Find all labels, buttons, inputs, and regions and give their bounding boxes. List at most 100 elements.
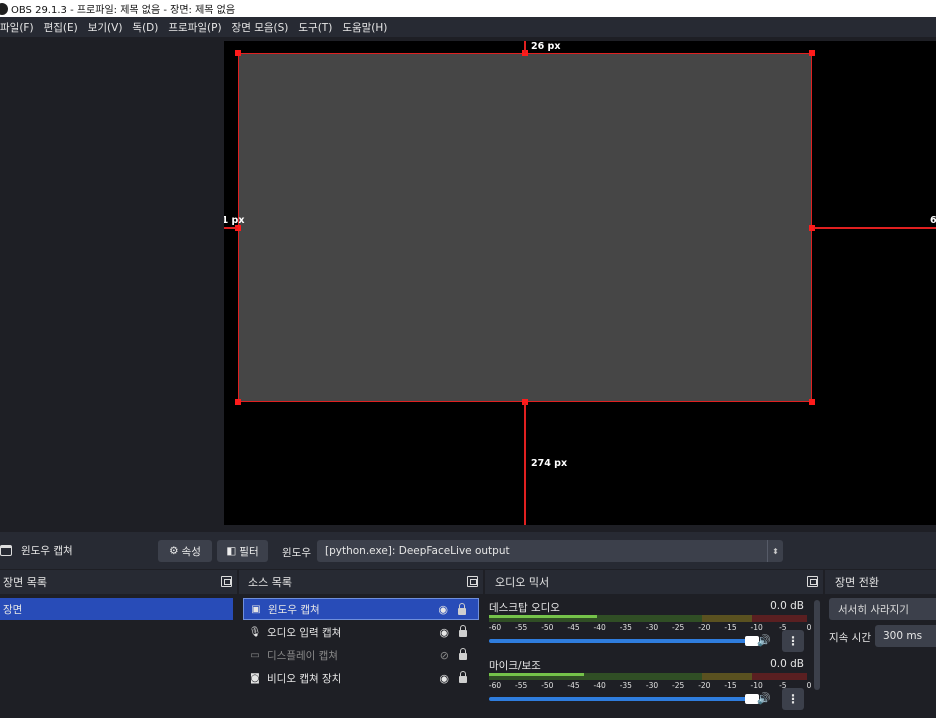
filters-button[interactable]: ◧ 필터 (217, 540, 268, 562)
scene-item[interactable]: 장면 (0, 598, 233, 620)
source-bounding-box[interactable] (238, 53, 812, 402)
meter-tick-label: -15 (724, 681, 737, 690)
lock-icon[interactable] (459, 648, 467, 660)
volume-meter (489, 673, 807, 680)
menu-file[interactable]: 파일(F) (0, 20, 39, 35)
resize-handle-top-right[interactable] (809, 50, 815, 56)
channel-db: 0.0 dB (770, 658, 804, 670)
eye-icon[interactable]: ◉ (439, 626, 449, 639)
menu-profile[interactable]: 프로파일(P) (163, 20, 226, 35)
channel-name: 마이크/보조 (489, 660, 541, 672)
transition-select-value: 서서히 사라지기 (838, 603, 909, 616)
transition-select[interactable]: 서서히 사라지기 (829, 598, 936, 620)
preview-canvas[interactable]: 26 px 31 px 6 274 px (224, 41, 936, 525)
scenes-dock-header: 장면 목록 (0, 570, 237, 594)
scenes-dock: 장면 목록 장면 (0, 570, 237, 718)
window-field-label: 윈도우 (282, 547, 311, 559)
menu-scene-collection[interactable]: 장면 모음(S) (227, 20, 294, 35)
meter-tick-label: -40 (593, 623, 606, 632)
meter-ticks: -60 -55 -50 -45 -40 -35 -30 -25 -20 -15 -10 -5 0 (489, 623, 812, 633)
meter-ticks: -60 -55 -50 -45 -40 -35 -30 -25 -20 -15 -10 -5 0 (488, 681, 812, 691)
resize-handle-bottom-left[interactable] (235, 399, 241, 405)
right-distance-line (814, 227, 936, 229)
window-icon (0, 545, 12, 556)
top-distance-label: 26 px (531, 41, 561, 52)
mixer-dock-title: 오디오 믹서 (495, 576, 550, 589)
meter-tick-label: -25 (672, 623, 685, 632)
mixer-channel-mic: 마이크/보조 0.0 dB -60 -55 -50 -45 -40 -35 -30 -25 -2… (489, 658, 811, 710)
top-distance-line (524, 41, 526, 53)
meter-tick-label: -55 (515, 681, 528, 690)
bottom-distance-line (524, 403, 526, 525)
duration-label: 지속 시간 (829, 632, 871, 644)
scenes-list: 장면 (0, 594, 237, 718)
meter-tick-label: -15 (724, 623, 737, 632)
source-row-video-capture[interactable]: ◙ 비디오 캡쳐 장치 ◉ (243, 667, 479, 689)
lock-icon[interactable] (459, 671, 467, 683)
left-distance-line (224, 227, 238, 229)
properties-button[interactable]: ⚙ 속성 (158, 540, 212, 562)
audio-mixer-dock: 오디오 믹서 데스크탑 오디오 0.0 dB -60 -55 -50 -45 -40 -3… (485, 570, 823, 718)
sources-dock-header: 소스 목록 (239, 570, 483, 594)
more-vertical-icon: ⋮ (787, 634, 799, 648)
transitions-dock-header: 장면 전환 (825, 570, 936, 594)
menu-docks[interactable]: 독(D) (127, 20, 163, 35)
sources-dock-title: 소스 목록 (248, 576, 292, 589)
selected-source-name: 윈도우 캡쳐 (21, 545, 73, 557)
mic-icon: 🎙 (248, 626, 262, 638)
duration-value: 300 ms (883, 630, 923, 642)
menu-view[interactable]: 보기(V) (83, 20, 128, 35)
scenes-dock-title: 장면 목록 (3, 576, 47, 589)
meter-tick-label: -45 (567, 681, 580, 690)
volume-slider[interactable] (489, 636, 759, 646)
meter-tick-label: -60 (488, 681, 502, 690)
undock-icon[interactable] (221, 576, 232, 587)
meter-tick-label: -10 (750, 681, 763, 690)
meter-tick-label: -40 (593, 681, 606, 690)
meter-level (489, 615, 598, 618)
meter-tick-label: -35 (619, 623, 632, 632)
window-select[interactable]: [python.exe]: DeepFaceLive output ⬍ (317, 540, 783, 562)
source-label: 비디오 캡쳐 장치 (267, 672, 342, 685)
meter-tick-label: -50 (541, 623, 554, 632)
source-row-window-capture[interactable]: ▣ 윈도우 캡쳐 ◉ (243, 598, 479, 620)
undock-icon[interactable] (467, 576, 478, 587)
transitions-dock: 장면 전환 서서히 사라지기 지속 시간 300 ms (825, 570, 936, 718)
camera-icon: ◙ (250, 672, 260, 684)
gear-icon: ⚙ (169, 545, 179, 557)
properties-button-label: 속성 (181, 545, 201, 558)
eye-hidden-icon[interactable]: ⊘ (440, 649, 449, 662)
meter-tick-label: -25 (672, 681, 685, 690)
speaker-icon[interactable]: 🔊 (757, 634, 771, 647)
menu-help[interactable]: 도움말(H) (337, 20, 392, 35)
channel-name: 데스크탑 오디오 (489, 602, 560, 614)
channel-db: 0.0 dB (770, 600, 804, 612)
lock-icon[interactable] (459, 625, 467, 637)
filter-icon: ◧ (226, 545, 237, 557)
undock-icon[interactable] (807, 576, 818, 587)
speaker-icon[interactable]: 🔊 (757, 692, 771, 705)
channel-menu-button[interactable]: ⋮ (782, 630, 804, 652)
filters-button-label: 필터 (239, 545, 259, 558)
mixer-scrollbar[interactable] (814, 600, 820, 690)
more-vertical-icon: ⋮ (787, 692, 799, 706)
channel-menu-button[interactable]: ⋮ (782, 688, 804, 710)
source-row-display-capture[interactable]: ▭ 디스플레이 캡쳐 ⊘ (243, 644, 479, 666)
volume-slider[interactable] (489, 694, 759, 704)
window-select-value: [python.exe]: DeepFaceLive output (325, 545, 510, 557)
resize-handle-bottom-right[interactable] (809, 399, 815, 405)
source-label: 디스플레이 캡쳐 (267, 649, 338, 662)
resize-handle-top-left[interactable] (235, 50, 241, 56)
source-row-audio-input[interactable]: 🎙 오디오 입력 캡쳐 ◉ (243, 621, 479, 643)
menu-tools[interactable]: 도구(T) (293, 20, 337, 35)
menu-edit[interactable]: 편집(E) (39, 20, 83, 35)
volume-meter (489, 615, 807, 622)
meter-tick-label: -35 (619, 681, 632, 690)
lock-icon[interactable] (458, 603, 466, 615)
window-icon: ▣ (251, 603, 261, 615)
title-bar: OBS 29.1.3 - 프로파일: 제목 없음 - 장면: 제목 없음 (0, 0, 936, 17)
eye-icon[interactable]: ◉ (438, 603, 448, 616)
duration-input[interactable]: 300 ms (875, 625, 936, 647)
meter-tick-label: 0 (806, 623, 812, 632)
eye-icon[interactable]: ◉ (439, 672, 449, 685)
